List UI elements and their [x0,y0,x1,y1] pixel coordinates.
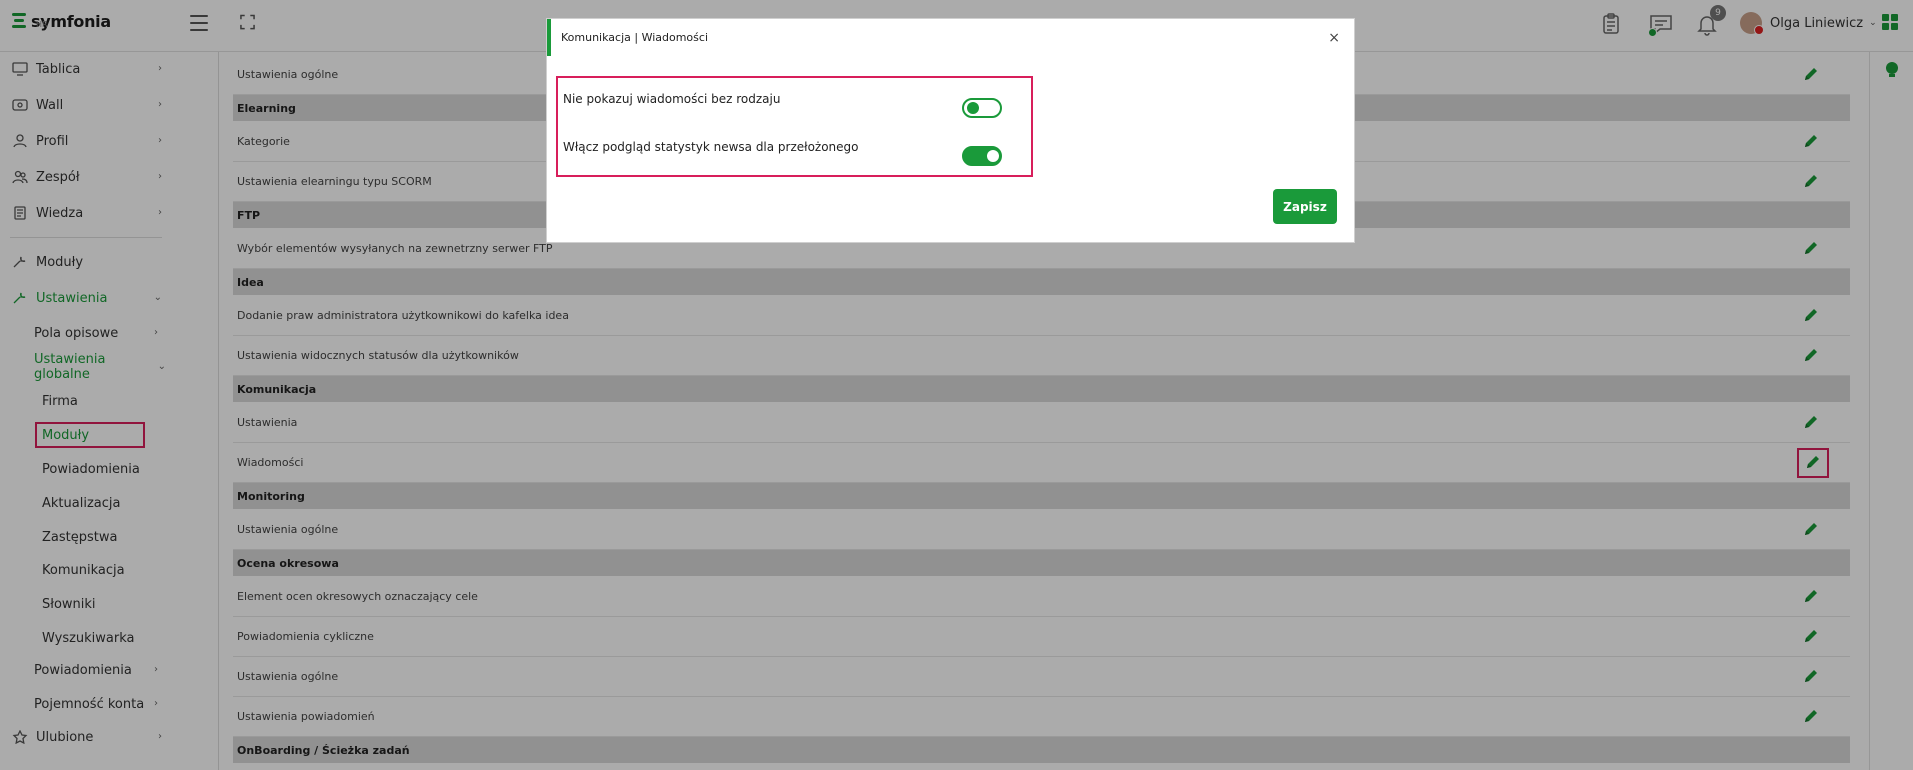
option-label-news-stats: Włącz podgląd statystyk newsa dla przeło… [563,140,859,154]
toggle-news-stats-preview[interactable] [962,146,1002,166]
options-group: Nie pokazuj wiadomości bez rodzaju Włącz… [556,76,1033,177]
modal-header: Komunikacja | Wiadomości [547,19,1356,56]
toggle-knob [967,102,979,114]
option-label-hide-untyped: Nie pokazuj wiadomości bez rodzaju [563,92,781,106]
toggle-hide-untyped-messages[interactable] [962,98,1002,118]
close-icon[interactable]: × [1328,30,1340,46]
toggle-knob [987,150,999,162]
modal-title: Komunikacja | Wiadomości [561,31,708,44]
settings-modal: Komunikacja | Wiadomości × Nie pokazuj w… [546,18,1355,243]
save-button[interactable]: Zapisz [1273,189,1337,224]
